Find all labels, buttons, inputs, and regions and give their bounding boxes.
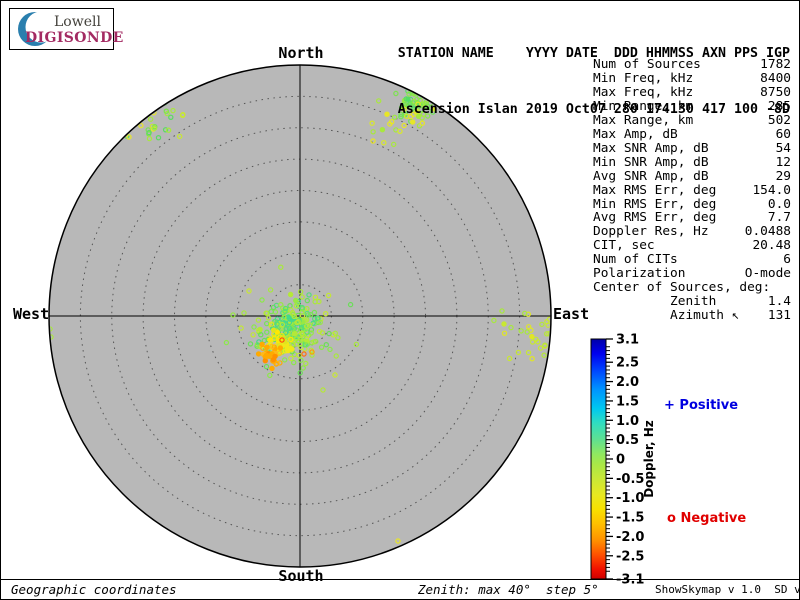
colorbar-tick-label: 0.5: [616, 433, 639, 448]
stat-label: Doppler Res, Hz: [593, 224, 709, 240]
colorbar-tick-label: 3.1: [616, 333, 639, 348]
colorbar-tick-label: 2.5: [616, 356, 639, 371]
stat-row: Max Freq, kHz 8750: [593, 84, 791, 100]
doppler-colorbar: 3.1 2.5 2.0 1.5 1.0 0.5 0 -0.5 -1.0 -1.5 -2.0 -2.5 -…: [590, 333, 656, 588]
compass-label-east: East: [553, 305, 590, 323]
stat-row: Azimuth ↖ 131: [593, 309, 791, 323]
stat-row: Doppler Res, Hz 0.0488: [593, 225, 791, 239]
stat-label: Polarization: [593, 266, 686, 282]
compass-label-west: West: [13, 305, 50, 323]
stats-panel: Num of Sources 1782 Min Freq, kHz 8400 Max F…: [593, 58, 791, 323]
colorbar-tick-label: -2.5: [616, 549, 644, 564]
stat-value: 60: [775, 126, 791, 142]
digisonde-logo: Lowell DIGISONDE: [9, 8, 123, 50]
stat-label: Max SNR Amp, dB: [593, 140, 709, 156]
logo-text-digisonde: DIGISONDE: [25, 30, 124, 46]
stat-label: Num of Sources: [593, 57, 701, 72]
compass-label-north: North: [278, 44, 324, 62]
stat-row: Min SNR Amp, dB 12: [593, 154, 791, 170]
legend-positive: + Positive: [664, 398, 739, 413]
stat-value: 12: [775, 154, 791, 170]
stat-label: Num of CITs: [593, 252, 678, 268]
stat-label: Max Amp, dB: [593, 126, 678, 142]
skymap-page: Lowell DIGISONDE STATION NAME YYYY DATE …: [0, 0, 800, 600]
colorbar-tick-label: 1.0: [616, 414, 639, 429]
stat-value: 0.0: [767, 196, 791, 212]
footer-version-label: ShowSkymap v 1.0 SD v 5.1: [655, 583, 799, 596]
stat-label: CIT, sec: [593, 238, 655, 254]
stat-row: Max RMS Err, deg 154.0: [593, 182, 791, 198]
footer-divider: [1, 579, 799, 580]
stat-row: Min Freq, kHz 8400: [593, 72, 791, 86]
stat-label: Max Freq, kHz: [593, 84, 694, 100]
stat-label: Avg RMS Err, deg: [593, 210, 717, 226]
stat-row: Center of Sources, deg:: [593, 281, 791, 295]
stat-label: Min Range, km: [593, 98, 694, 114]
stat-label: Zenith: [593, 294, 717, 310]
stat-row: CIT, sec 20.48: [593, 239, 791, 253]
stat-value: 54: [775, 140, 791, 156]
stat-value: 131: [767, 308, 791, 324]
legend-negative: o Negative: [667, 511, 747, 526]
stat-label: Azimuth ↖: [593, 308, 740, 324]
compass-label-south: South: [278, 567, 324, 585]
stat-value: 1.4: [767, 294, 791, 310]
stat-value: 8400: [760, 70, 791, 86]
stat-row: Max Amp, dB 60: [593, 126, 791, 142]
stat-value: 20.48: [752, 238, 791, 254]
colorbar-tick-label: -1.5: [616, 511, 644, 526]
logo-text-lowell: Lowell: [54, 14, 101, 30]
stat-row: Max Range, km 502: [593, 112, 791, 128]
colorbar-tick-label: -1.0: [616, 491, 644, 506]
stat-label: Max Range, km: [593, 112, 694, 128]
stat-value: 29: [775, 168, 791, 184]
stat-row: Polarization O-mode: [593, 267, 791, 281]
stat-label: Max RMS Err, deg: [593, 182, 717, 198]
stat-value: 1782: [760, 57, 791, 72]
stat-value: 6: [783, 252, 791, 268]
footer-zenith-label: Zenith: max 40° step 5°: [418, 582, 599, 597]
stat-row: Avg SNR Amp, dB 29: [593, 168, 791, 184]
footer-coordinates-label: Geographic coordinates: [11, 582, 177, 597]
colorbar-tick-label: -2.0: [616, 530, 644, 545]
stat-row: Num of CITs 6: [593, 253, 791, 267]
stat-value: 285: [767, 98, 791, 114]
colorbar-tick-label: -3.1: [616, 573, 644, 588]
stat-value: 502: [767, 112, 791, 128]
stat-label: Center of Sources, deg:: [593, 280, 771, 296]
stat-row: Max SNR Amp, dB 54: [593, 140, 791, 156]
stat-row: Zenith 1.4: [593, 295, 791, 309]
stat-label: Min RMS Err, deg: [593, 196, 717, 212]
colorbar-tick-label: 1.5: [616, 394, 639, 409]
stat-label: Min Freq, kHz: [593, 70, 694, 86]
colorbar-tick-label: 2.0: [616, 375, 639, 390]
stat-value: 154.0: [752, 182, 791, 198]
stat-value: 0.0488: [744, 224, 791, 240]
stat-row: Avg RMS Err, deg 7.7: [593, 211, 791, 225]
colorbar-title: Doppler, Hz: [642, 420, 656, 498]
colorbar-tick-label: 0: [616, 453, 625, 468]
stat-value: 7.7: [767, 210, 791, 226]
colorbar-tick-label: -0.5: [616, 472, 644, 487]
stat-label: Avg SNR Amp, dB: [593, 168, 709, 184]
stat-value: 8750: [760, 84, 791, 100]
stat-label: Min SNR Amp, dB: [593, 154, 709, 170]
stat-row: Min RMS Err, deg 0.0: [593, 196, 791, 212]
stat-row: Min Range, km 285: [593, 98, 791, 114]
stat-value: O-mode: [744, 266, 791, 282]
stat-row: Num of Sources 1782: [593, 58, 791, 72]
